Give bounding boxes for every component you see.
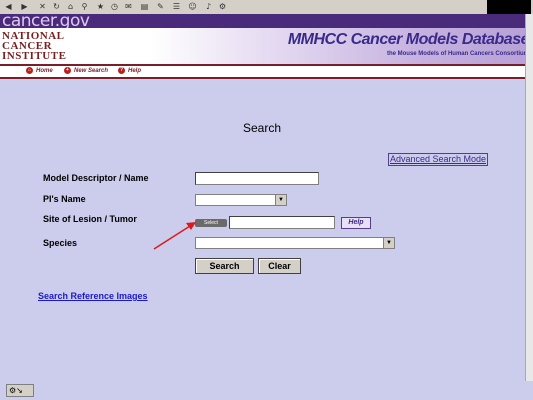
pi-name-label: PI's Name — [43, 194, 86, 204]
nav-bar: ⌂ Home + New Search ? Help — [0, 64, 533, 79]
search-button[interactable]: Search — [195, 258, 254, 274]
vertical-scrollbar[interactable] — [525, 14, 533, 400]
nav-new-search[interactable]: + New Search — [64, 67, 108, 74]
status-bar: ⚙↘ — [0, 381, 533, 400]
messenger-icon[interactable]: ☺ — [188, 2, 197, 11]
model-descriptor-label: Model Descriptor / Name — [43, 173, 149, 183]
pi-name-select[interactable]: ▼ — [195, 194, 287, 206]
mail-icon[interactable]: ✉ — [124, 2, 133, 11]
site-lesion-input[interactable] — [229, 216, 335, 229]
discuss-icon[interactable]: ☰ — [172, 2, 181, 11]
search-icon[interactable]: ⚲ — [80, 2, 89, 11]
nav-help-label: Help — [128, 68, 142, 75]
nav-new-search-label: New Search — [74, 68, 109, 75]
advanced-search-link[interactable]: Advanced Search Mode — [388, 153, 489, 166]
banner-subtitle: the Mouse Models of Human Cancers Consor… — [386, 51, 529, 57]
site-lesion-label: Site of Lesion / Tumor — [43, 214, 137, 224]
nav-home[interactable]: ⌂ Home — [26, 67, 53, 74]
select-button[interactable]: Select — [195, 219, 227, 227]
nav-help[interactable]: ? Help — [118, 67, 141, 74]
print-icon[interactable]: ▤ — [140, 2, 149, 11]
forward-icon[interactable]: ▶ — [20, 2, 29, 11]
nci-logo[interactable]: NATIONAL CANCER INSTITUTE — [2, 31, 66, 62]
favorites-icon[interactable]: ★ — [96, 2, 105, 11]
help-icon: ? — [118, 67, 125, 74]
species-label: Species — [43, 238, 78, 248]
gov-header: cancer.gov — [0, 11, 533, 31]
tools-icon[interactable]: ⚙ — [218, 2, 227, 11]
back-icon[interactable]: ◀ — [4, 2, 13, 11]
refresh-icon[interactable]: ↻ — [52, 2, 61, 11]
model-descriptor-input[interactable] — [195, 172, 319, 185]
site-banner: NATIONAL CANCER INSTITUTE MMHCC Cancer M… — [0, 28, 533, 64]
search-heading: Search — [243, 121, 282, 135]
page-title-banner: MMHCC Cancer Models Database — [287, 31, 530, 48]
edit-icon[interactable]: ✎ — [156, 2, 165, 11]
new-search-icon: + — [64, 67, 71, 74]
stop-icon[interactable]: ✕ — [38, 2, 47, 11]
chevron-down-icon[interactable]: ▼ — [383, 238, 394, 248]
browser-throbber — [487, 0, 531, 14]
media-icon[interactable]: ♪ — [204, 2, 213, 11]
clear-button[interactable]: Clear — [258, 258, 301, 274]
history-icon[interactable]: ◷ — [110, 2, 119, 11]
help-button[interactable]: Help — [341, 217, 371, 229]
chevron-down-icon[interactable]: ▼ — [275, 195, 286, 205]
home-icon: ⌂ — [26, 67, 33, 74]
species-select[interactable]: ▼ — [195, 237, 395, 249]
home-icon[interactable]: ⌂ — [66, 2, 75, 11]
annotation-arrow-icon — [153, 222, 196, 250]
nav-home-label: Home — [36, 68, 53, 75]
search-reference-images-link[interactable]: Search Reference Images — [38, 291, 148, 301]
status-page-icon[interactable]: ⚙↘ — [6, 384, 34, 397]
